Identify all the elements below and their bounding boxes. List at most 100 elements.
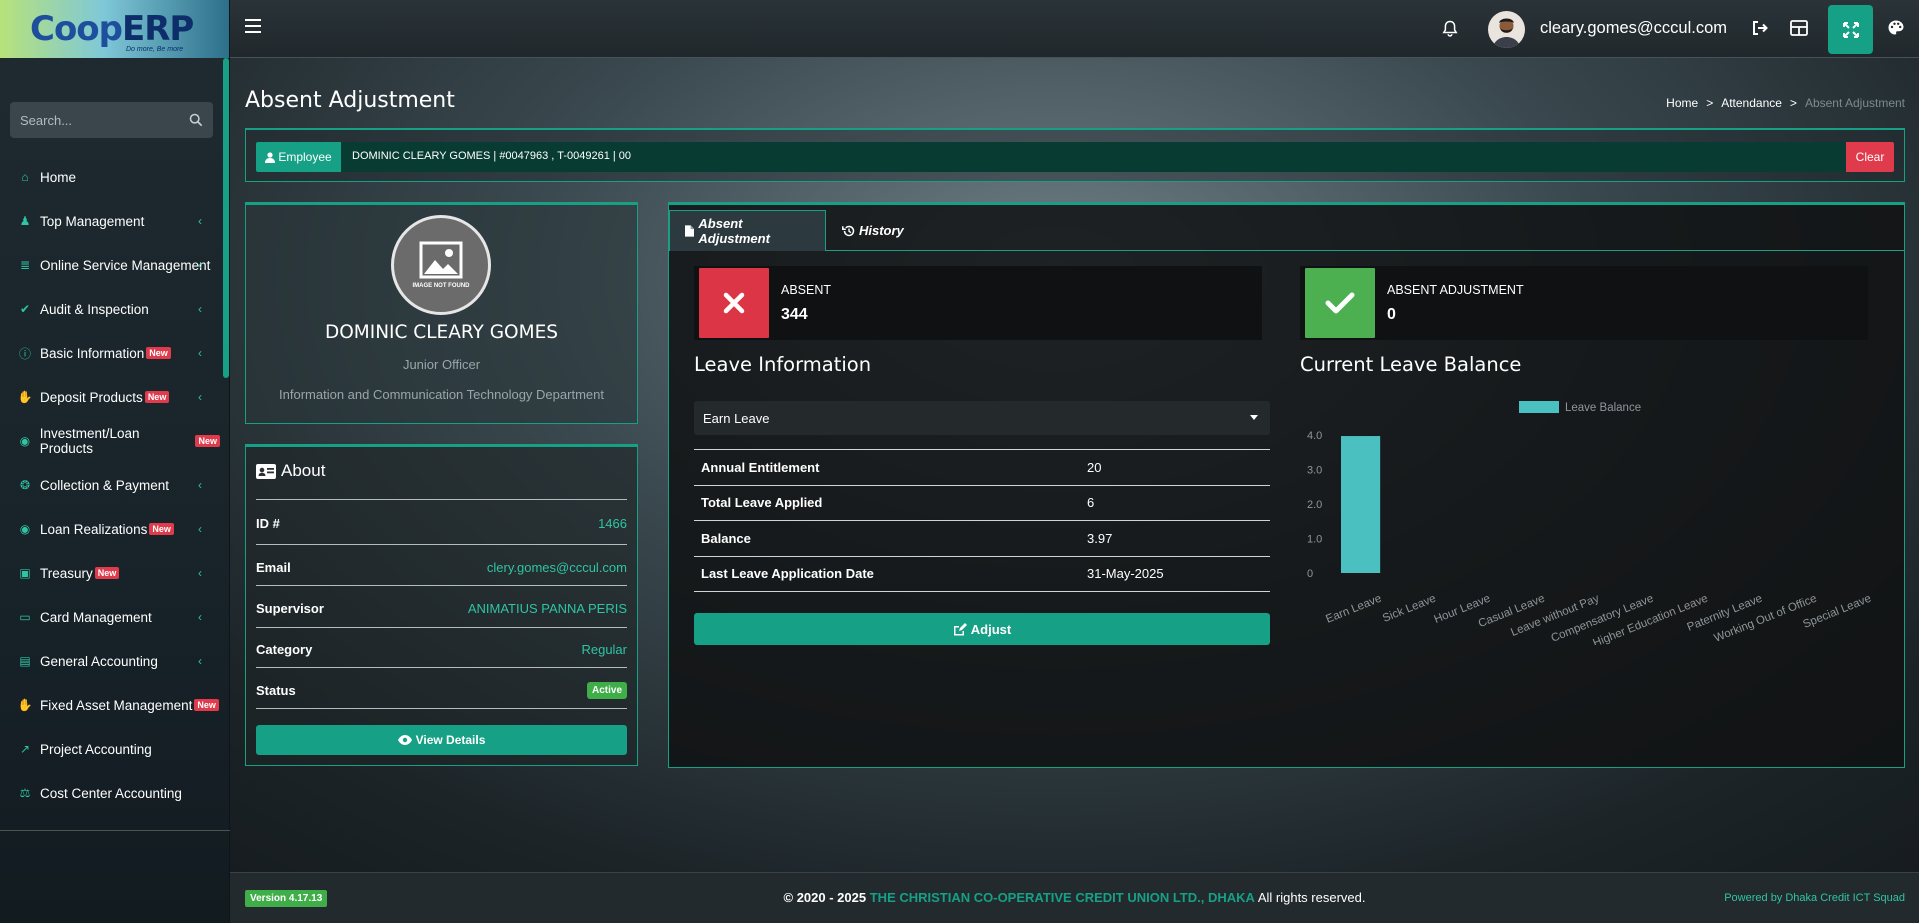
leave-balance-chart: Leave Balance 0 1.0 2.0 3.0 4.0 Earn LeaveSick… (1307, 401, 1873, 645)
table-row: Total Leave Applied 6 (694, 485, 1270, 521)
leave-information-title: Leave Information (694, 353, 872, 376)
sidebar-item-fixed-asset-management[interactable]: ✋ Fixed Asset Management New (0, 683, 220, 727)
new-badge: New (149, 523, 174, 535)
fullscreen-button[interactable] (1828, 5, 1873, 54)
times-icon (699, 268, 769, 338)
new-badge: New (194, 699, 219, 711)
table-row: Annual Entitlement 20 (694, 449, 1270, 486)
about-row-id: ID #1466 (256, 515, 627, 531)
chevron-left-icon: ‹ (198, 302, 202, 316)
sidebar-item-label: Basic Information (40, 345, 145, 361)
powered-by[interactable]: Powered by Dhaka Credit ICT Squad (1724, 892, 1905, 904)
tab-bar: Absent Adjustment History (669, 205, 1904, 251)
toolbox-icon: ▣ (19, 566, 31, 580)
image-placeholder-icon (419, 241, 463, 279)
sidebar-search (10, 102, 213, 138)
hand-coin-icon: ✋ (17, 390, 33, 404)
employee-name: DOMINIC CLEARY GOMES (324, 322, 559, 343)
legend-swatch (1519, 401, 1559, 413)
sidebar-item-general-accounting[interactable]: ▤ General Accounting ‹ (0, 639, 220, 683)
divider (0, 830, 230, 831)
footer: Version 4.17.13 © 2020 - 2025 THE CHRIST… (230, 872, 1919, 923)
table-row: Last Leave Application Date 31-May-2025 (694, 556, 1270, 592)
chevron-left-icon: ‹ (198, 478, 202, 492)
check-icon (1305, 268, 1375, 338)
info-circle-icon: ⓘ (18, 346, 31, 361)
file-icon (685, 225, 695, 237)
sidebar: CoopERP Do more, Be more ⌂ Home ♟ Top Manag… (0, 0, 230, 923)
tab-absent-adjustment[interactable]: Absent Adjustment (669, 210, 826, 251)
absent-label: ABSENT (781, 282, 832, 297)
table-row: Balance 3.97 (694, 520, 1270, 557)
sidebar-scrollbar[interactable] (223, 58, 229, 378)
sidebar-item-label: Cost Center Accounting (40, 785, 182, 801)
x-tick-label: Earn Leave (1324, 593, 1383, 626)
leave-info-table: Annual Entitlement 20 Total Leave Applied… (694, 449, 1270, 592)
sidebar-item-cost-center-accounting[interactable]: ⚖ Cost Center Accounting (0, 771, 220, 815)
tab-history[interactable]: History (827, 210, 919, 251)
chevron-left-icon: ‹ (198, 522, 202, 536)
logout-icon[interactable] (1751, 19, 1769, 37)
breadcrumb-attendance[interactable]: Attendance (1721, 96, 1782, 110)
sidebar-item-card-management[interactable]: ▭ Card Management ‹ (0, 595, 220, 639)
search-icon[interactable] (189, 113, 203, 127)
sidebar-item-label: Collection & Payment (40, 477, 170, 493)
notification-bell-icon[interactable] (1442, 20, 1458, 38)
divider (256, 585, 627, 586)
sidebar-item-top-management[interactable]: ♟ Top Management ‹ (0, 199, 220, 243)
absent-adjustment-value: 0 (1387, 305, 1396, 323)
profile-card: IMAGE NOT FOUND DOMINIC CLEARY GOMES Jun… (245, 202, 638, 424)
sidebar-item-audit-inspection[interactable]: ✔ Audit & Inspection ‹ (0, 287, 220, 331)
sidebar-item-label: Investment/Loan Products (39, 426, 140, 456)
menu-toggle-icon[interactable] (245, 19, 261, 33)
coins-icon: ❂ (19, 478, 31, 492)
new-badge: New (144, 391, 170, 403)
about-row-email: Email clery.gomes@cccul.com (256, 559, 627, 575)
page-title: Absent Adjustment (245, 88, 455, 113)
sidebar-item-label: Project Accounting (40, 741, 152, 757)
x-tick-label: Sick Leave (1381, 593, 1438, 625)
logo-tagline: Do more, Be more (126, 46, 184, 53)
sidebar-item-investment-loan-products[interactable]: ◉ Investment/Loan Products New (0, 419, 220, 463)
expand-icon (1842, 21, 1859, 38)
sidebar-item-online-service-management[interactable]: ≣ Online Service Management ‹ (0, 243, 220, 287)
view-details-button[interactable]: View Details (256, 725, 627, 755)
employee-role: Junior Officer (402, 357, 481, 372)
layout-grid-icon[interactable] (1790, 19, 1808, 37)
sidebar-item-deposit-products[interactable]: ✋ Deposit Products New ‹ (0, 375, 220, 419)
search-input[interactable] (20, 112, 180, 128)
employee-input-group: Employee DOMINIC CLEARY GOMES | #0047963… (256, 142, 1894, 172)
adjust-button[interactable]: Adjust (694, 613, 1270, 645)
divider (256, 499, 627, 500)
coin-user-icon: ◉ (19, 522, 31, 536)
y-tick-label: 0 (1307, 568, 1313, 580)
employee-value[interactable]: DOMINIC CLEARY GOMES | #0047963 , T-0049… (352, 150, 631, 162)
breadcrumb-home[interactable]: Home (1666, 96, 1698, 110)
about-title: About (256, 461, 325, 481)
y-tick-label: 1.0 (1307, 534, 1322, 546)
sidebar-item-treasury[interactable]: ▣ Treasury New ‹ (0, 551, 220, 595)
user-email[interactable]: cleary.gomes@cccul.com (1540, 19, 1727, 38)
org-link[interactable]: THE CHRISTIAN CO-OPERATIVE CREDIT UNION … (870, 890, 1255, 905)
eye-icon (397, 735, 412, 745)
employee-selector: Employee DOMINIC CLEARY GOMES | #0047963… (245, 128, 1905, 182)
sidebar-item-collection-payment[interactable]: ❂ Collection & Payment ‹ (0, 463, 220, 507)
current-leave-balance-title: Current Leave Balance (1300, 353, 1522, 376)
leave-type-select[interactable]: Earn Leave (694, 401, 1270, 435)
app-logo[interactable]: CoopERP Do more, Be more (0, 0, 229, 58)
status-badge: Active (586, 681, 627, 699)
new-badge: New (195, 435, 220, 447)
sidebar-item-home[interactable]: ⌂ Home (0, 155, 220, 199)
sidebar-item-loan-realizations[interactable]: ◉ Loan Realizations New ‹ (0, 507, 220, 551)
clipboard-check-icon: ✔ (19, 302, 31, 316)
user-avatar[interactable] (1488, 11, 1525, 48)
sidebar-item-project-accounting[interactable]: ↗ Project Accounting (0, 727, 220, 771)
clear-button[interactable]: Clear (1846, 142, 1894, 172)
sidebar-item-label: Card Management (40, 609, 152, 625)
divider (256, 544, 627, 545)
sidebar-item-basic-information[interactable]: ⓘ Basic Information New ‹ (0, 331, 220, 375)
edit-icon (953, 622, 967, 635)
chevron-left-icon: ‹ (198, 654, 202, 668)
chevron-left-icon: ‹ (198, 214, 202, 228)
palette-icon[interactable] (1887, 19, 1905, 37)
